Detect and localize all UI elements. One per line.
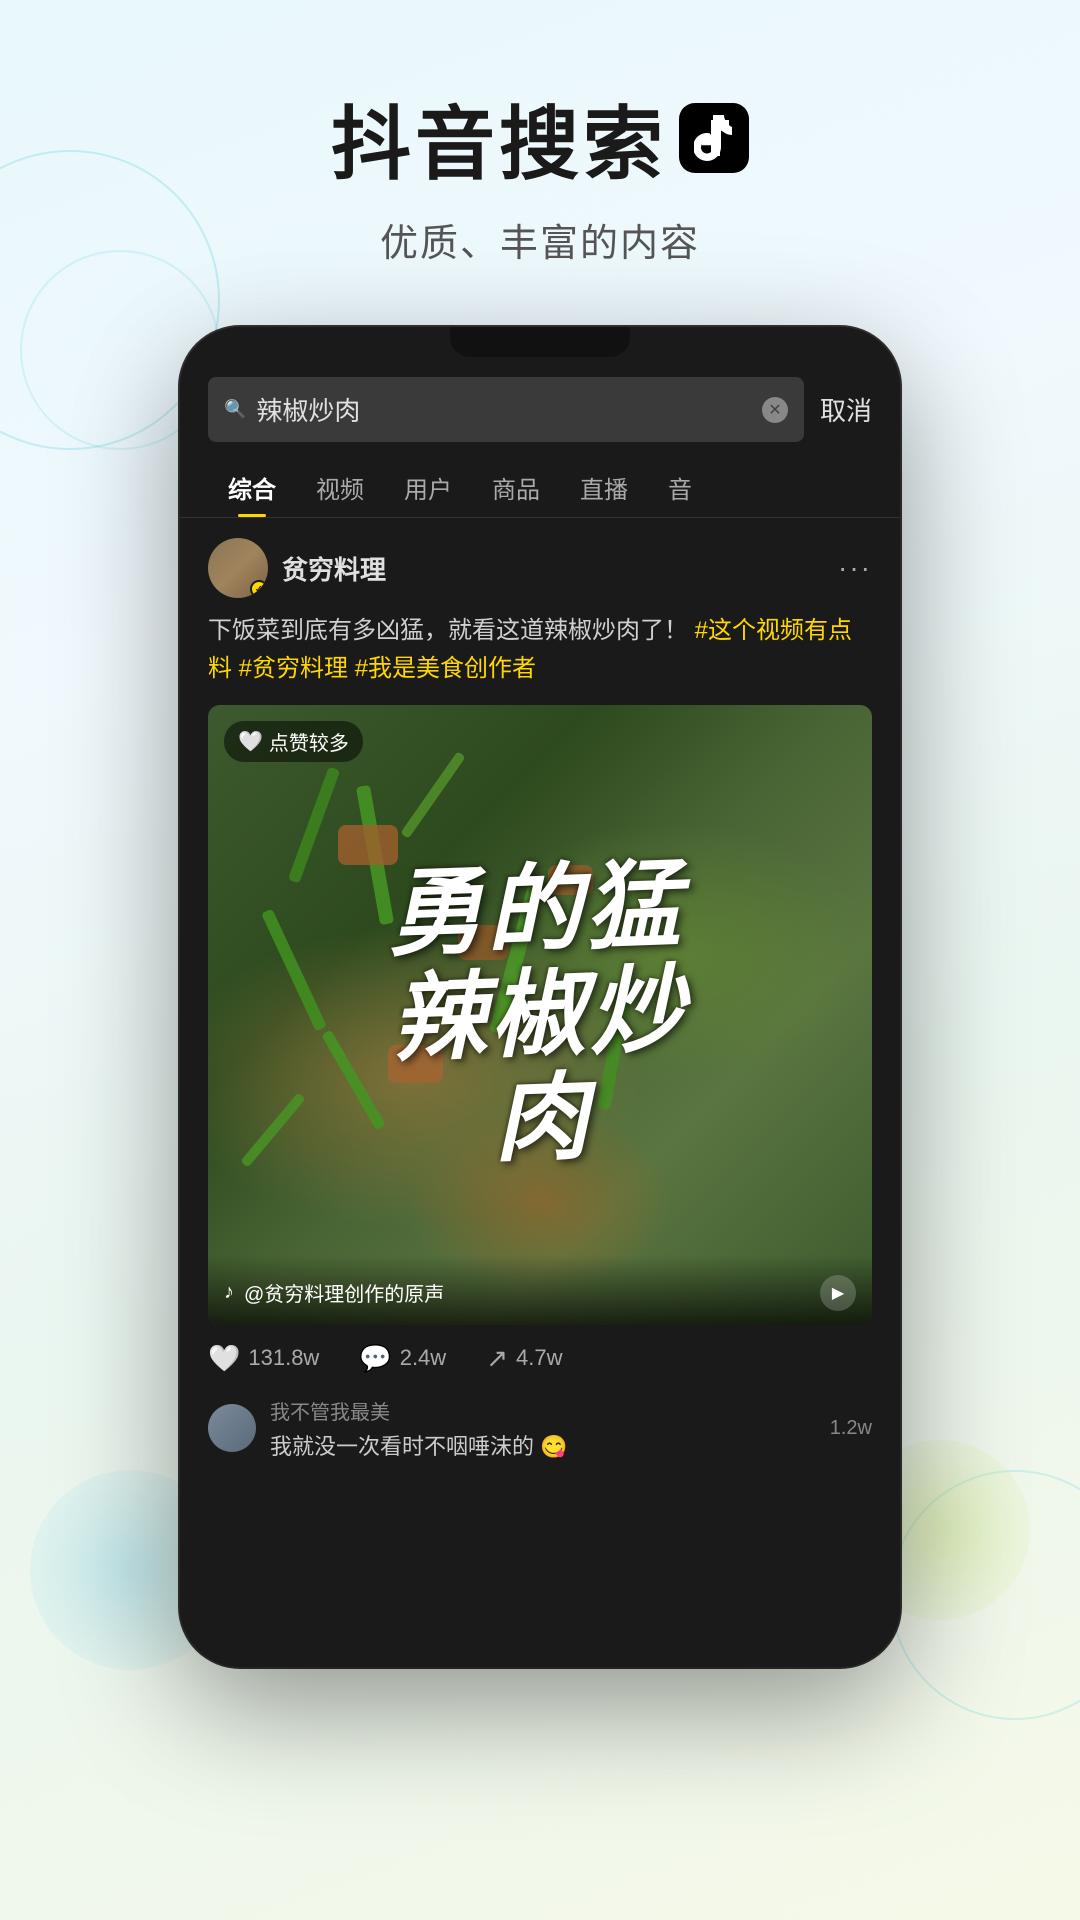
tab-comprehensive[interactable]: 综合 <box>208 458 296 517</box>
header-section: 抖音搜索 优质、丰富的内容 <box>0 0 1080 307</box>
author-name[interactable]: 贫穷料理 <box>282 550 386 587</box>
heart-icon: 🤍 <box>238 729 263 754</box>
commenter-avatar <box>208 1404 256 1452</box>
video-background: 勇的猛辣椒炒肉 <box>208 705 872 1325</box>
video-title-overlay: 勇的猛辣椒炒肉 <box>208 705 872 1325</box>
tabs-container: 综合 视频 用户 商品 直播 音 <box>180 458 900 518</box>
comment-icon: 💬 <box>359 1343 391 1374</box>
hashtag-2[interactable]: #贫穷料理 <box>239 655 348 682</box>
video-thumbnail[interactable]: 勇的猛辣椒炒肉 🤍 点赞较多 ♪ @贫穷料理创作的原声 <box>208 705 872 1325</box>
comment-likes-count: 1.2w <box>830 1417 872 1440</box>
comment-preview: 我不管我最美 我就没一次看时不咽唾沫的 😋 1.2w <box>208 1386 872 1471</box>
app-subtitle: 优质、丰富的内容 <box>0 212 1080 267</box>
audio-text: @贫穷料理创作的原声 <box>244 1278 444 1307</box>
search-icon: 🔍 <box>224 399 246 420</box>
search-query-text: 辣椒炒肉 <box>256 391 752 428</box>
content-area: ✓ 贫穷料理 ··· 下饭菜到底有多凶猛，就看这道辣椒炒肉了！ #这个视频有点料… <box>180 518 900 1491</box>
author-info: ✓ 贫穷料理 <box>208 538 386 598</box>
comment-content: 我不管我最美 我就没一次看时不咽唾沫的 😋 <box>270 1396 816 1461</box>
tab-live[interactable]: 直播 <box>560 458 648 517</box>
tab-user[interactable]: 用户 <box>384 458 472 517</box>
phone-notch <box>450 327 630 357</box>
engagement-bar: 🤍 131.8w 💬 2.4w ↗ 4.7w <box>208 1325 872 1386</box>
video-calligraphy-text: 勇的猛辣椒炒肉 <box>386 853 694 1177</box>
share-icon: ↗ <box>486 1343 508 1374</box>
audio-info: ♪ @贫穷料理创作的原声 <box>224 1278 444 1307</box>
tiktok-logo-icon <box>679 103 749 173</box>
commenter-username[interactable]: 我不管我最美 <box>270 1396 816 1425</box>
play-button[interactable]: ▶ <box>820 1275 856 1311</box>
likes-count[interactable]: 🤍 131.8w <box>208 1343 319 1374</box>
author-avatar[interactable]: ✓ <box>208 538 268 598</box>
audio-bar: ♪ @贫穷料理创作的原声 ▶ <box>208 1255 872 1325</box>
more-options-button[interactable]: ··· <box>838 552 872 584</box>
verified-badge-icon: ✓ <box>250 580 268 598</box>
phone-mockup: 🔍 辣椒炒肉 ✕ 取消 综合 视频 用户 商品 <box>180 327 900 1667</box>
like-badge-text: 点赞较多 <box>269 727 349 756</box>
search-input-wrapper[interactable]: 🔍 辣椒炒肉 ✕ <box>208 377 804 442</box>
comments-number: 2.4w <box>400 1345 446 1371</box>
tab-product[interactable]: 商品 <box>472 458 560 517</box>
heart-icon: 🤍 <box>208 1343 240 1374</box>
hashtag-3[interactable]: #我是美食创作者 <box>355 655 536 682</box>
phone-mockup-container: 🔍 辣椒炒肉 ✕ 取消 综合 视频 用户 商品 <box>0 327 1080 1667</box>
likes-number: 131.8w <box>248 1345 319 1371</box>
comment-text: 我就没一次看时不咽唾沫的 😋 <box>270 1429 816 1461</box>
tab-audio[interactable]: 音 <box>648 458 712 517</box>
music-note-icon: ♪ <box>224 1281 234 1304</box>
search-clear-button[interactable]: ✕ <box>762 397 788 423</box>
tab-video[interactable]: 视频 <box>296 458 384 517</box>
shares-number: 4.7w <box>516 1345 562 1371</box>
app-title-text: 抖音搜索 <box>331 80 667 196</box>
app-title-row: 抖音搜索 <box>0 80 1080 196</box>
phone-screen: 🔍 辣椒炒肉 ✕ 取消 综合 视频 用户 商品 <box>180 327 900 1667</box>
search-cancel-button[interactable]: 取消 <box>820 391 872 428</box>
post-text: 下饭菜到底有多凶猛，就看这道辣椒炒肉了！ #这个视频有点料 #贫穷料理 #我是美… <box>208 612 872 689</box>
like-badge: 🤍 点赞较多 <box>224 721 363 762</box>
shares-count[interactable]: ↗ 4.7w <box>486 1343 562 1374</box>
author-row: ✓ 贫穷料理 ··· <box>208 538 872 598</box>
comments-count[interactable]: 💬 2.4w <box>359 1343 446 1374</box>
